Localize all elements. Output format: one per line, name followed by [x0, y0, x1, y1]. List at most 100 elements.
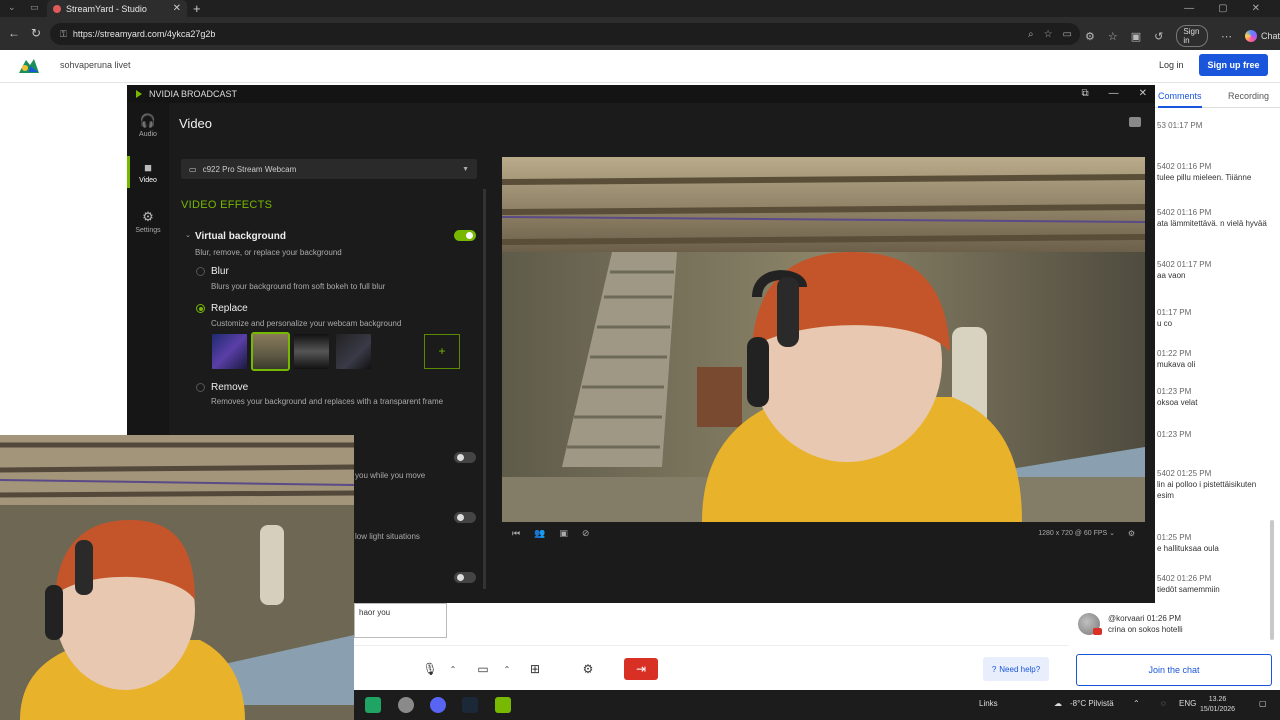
new-tab-button[interactable]: + — [193, 0, 201, 17]
help-icon: ? — [991, 664, 997, 674]
effects-scrollbar[interactable] — [483, 189, 486, 589]
url-text: https://streamyard.com/4ykca27g2b — [72, 29, 216, 39]
microphone-icon[interactable]: 🎙 — [422, 658, 438, 680]
hide-preview-icon[interactable]: ⊘ — [582, 528, 590, 539]
preview-image — [502, 157, 1145, 522]
minimize-button[interactable]: — — [1184, 0, 1194, 17]
effect-toggle[interactable] — [454, 572, 476, 583]
replace-label: Replace — [211, 303, 248, 314]
mic-options-chevron-icon[interactable]: ⌃ — [448, 658, 458, 680]
need-help-button[interactable]: ? Need help? — [983, 657, 1049, 681]
effect-desc: you while you move — [355, 471, 426, 480]
video-preview — [502, 157, 1145, 522]
taskbar-app-icon[interactable] — [398, 697, 414, 713]
list-item: 01:17 PM u co — [1157, 308, 1192, 328]
collections-icon[interactable]: ▣ — [1131, 30, 1141, 43]
skip-icon[interactable]: ⏮ — [512, 528, 520, 539]
site-info-icon[interactable]: ⚿ — [60, 29, 67, 40]
background-thumbnail[interactable] — [251, 332, 290, 371]
resolution-selector[interactable]: 1280 x 720 @ 60 FPS ⌄ — [1038, 529, 1115, 537]
camera-options-chevron-icon[interactable]: ⌃ — [502, 658, 512, 680]
sidebar-tabs: Comments Recording — [1155, 86, 1280, 108]
collapse-chevron-icon[interactable]: ⌄ — [185, 231, 191, 239]
reload-icon[interactable]: ↻ — [24, 26, 48, 40]
avatar — [1078, 613, 1102, 635]
taskbar-clock[interactable]: 13.26 15/01/2026 — [1200, 695, 1235, 715]
webcam-icon: ▭ — [189, 164, 197, 174]
nvidia-logo-icon — [136, 90, 142, 98]
notifications-icon[interactable]: ▢ — [1259, 699, 1267, 708]
gear-icon: ⚙ — [142, 209, 154, 224]
snapshot-icon[interactable]: ▣ — [559, 528, 568, 539]
login-link[interactable]: Log in — [1159, 60, 1184, 70]
more-menu-icon[interactable]: ⋯ — [1221, 30, 1232, 43]
snap-layout-icon[interactable]: ⧉ — [1081, 85, 1088, 103]
weather-text[interactable]: -8°C Pilvistä — [1070, 699, 1114, 708]
preview-settings-icon[interactable]: ⚙ — [1128, 529, 1135, 538]
tab-list-icon[interactable]: ⌄ — [8, 2, 16, 13]
nvidia-broadcast-icon[interactable] — [495, 697, 511, 713]
background-thumbnail[interactable] — [212, 334, 247, 369]
person-icon[interactable]: 👥 — [534, 528, 545, 539]
tab-actions-icon[interactable]: ▭ — [30, 2, 39, 13]
remove-radio[interactable] — [196, 383, 205, 392]
blur-radio[interactable] — [196, 267, 205, 276]
leave-studio-button[interactable]: ⇥ — [624, 658, 658, 680]
steam-icon[interactable] — [462, 697, 478, 713]
chat-label: Chat — [1260, 31, 1280, 41]
history-icon[interactable]: ↺ — [1154, 30, 1163, 43]
nvidia-minimize-button[interactable]: — — [1109, 85, 1119, 103]
back-icon[interactable]: ← — [2, 26, 26, 40]
background-thumbnail[interactable] — [336, 334, 371, 369]
device-select[interactable]: ▭ c922 Pro Stream Webcam ▼ — [181, 159, 477, 179]
weather-icon[interactable]: ☁ — [1054, 699, 1062, 708]
profile-signin-button[interactable]: Sign in — [1176, 25, 1208, 47]
list-item: 5402 01:17 PM aa vaon — [1157, 260, 1212, 280]
rail-item-settings[interactable]: ⚙ Settings — [127, 209, 169, 234]
join-chat-button[interactable]: Join the chat — [1076, 654, 1272, 686]
tray-icon[interactable]: ◌ — [1161, 699, 1166, 708]
replace-desc: Customize and personalize your webcam ba… — [211, 319, 402, 328]
blur-desc: Blurs your background from soft bokeh to… — [211, 282, 386, 291]
rail-item-video[interactable]: ■ Video — [127, 156, 169, 188]
taskbar-links[interactable]: Links — [979, 699, 998, 708]
signup-button[interactable]: Sign up free — [1199, 54, 1268, 76]
background-thumbnail[interactable] — [294, 334, 329, 369]
replace-radio[interactable] — [196, 304, 205, 313]
virtual-background-toggle[interactable] — [454, 230, 476, 241]
copilot-chat-button[interactable]: Chat — [1244, 30, 1280, 42]
recording-icon — [53, 4, 61, 13]
favorite-icon[interactable]: ☆ — [1044, 29, 1053, 40]
reader-icon[interactable]: ▭ — [1063, 29, 1072, 40]
maximize-button[interactable]: ▢ — [1218, 0, 1227, 17]
address-bar[interactable]: ⚿ https://streamyard.com/4ykca27g2b ⌕ ☆ … — [50, 23, 1080, 45]
close-button[interactable]: ✕ — [1252, 0, 1260, 17]
effect-toggle[interactable] — [454, 512, 476, 523]
studio-controls: 🎙 ⌃ ▭ ⌃ ⊞ ⚙ ⇥ ? Need help? — [354, 645, 1069, 690]
discord-icon[interactable] — [430, 697, 446, 713]
language-indicator[interactable]: ENG — [1179, 699, 1196, 708]
feedback-icon[interactable] — [1129, 117, 1141, 127]
tab-comments[interactable]: Comments — [1158, 91, 1202, 108]
extensions-icon[interactable]: ⚙ — [1085, 30, 1095, 43]
section-title: VIDEO EFFECTS — [181, 199, 273, 211]
zoom-icon[interactable]: ⌕ — [1028, 29, 1034, 40]
tab-close-icon[interactable]: ✕ — [173, 3, 181, 14]
browser-tab-bar: ⌄ ▭ StreamYard - Studio ✕ + — ▢ ✕ — [0, 0, 1280, 17]
browser-toolbar: ← ↻ ⚿ https://streamyard.com/4ykca27g2b … — [0, 17, 1280, 50]
tab-streamyard[interactable]: StreamYard - Studio ✕ — [47, 0, 187, 17]
nvidia-close-button[interactable]: ✕ — [1139, 85, 1147, 103]
rail-item-audio[interactable]: 🎧 Audio — [127, 113, 169, 138]
remove-desc: Removes your background and replaces wit… — [211, 397, 444, 406]
studio-name: sohvaperuna livet — [60, 60, 131, 70]
favorites-icon[interactable]: ☆ — [1108, 30, 1118, 43]
settings-gear-icon[interactable]: ⚙ — [578, 658, 598, 680]
tab-recording[interactable]: Recording — [1228, 91, 1269, 101]
tray-chevron-icon[interactable]: ⌃ — [1133, 699, 1140, 708]
effect-toggle[interactable] — [454, 452, 476, 463]
nvidia-window-title: NVIDIA BROADCAST — [149, 89, 238, 99]
share-screen-icon[interactable]: ⊞ — [525, 658, 545, 680]
taskbar-app-icon[interactable] — [365, 697, 381, 713]
add-background-button[interactable]: + — [424, 334, 460, 369]
camera-icon[interactable]: ▭ — [474, 658, 492, 680]
